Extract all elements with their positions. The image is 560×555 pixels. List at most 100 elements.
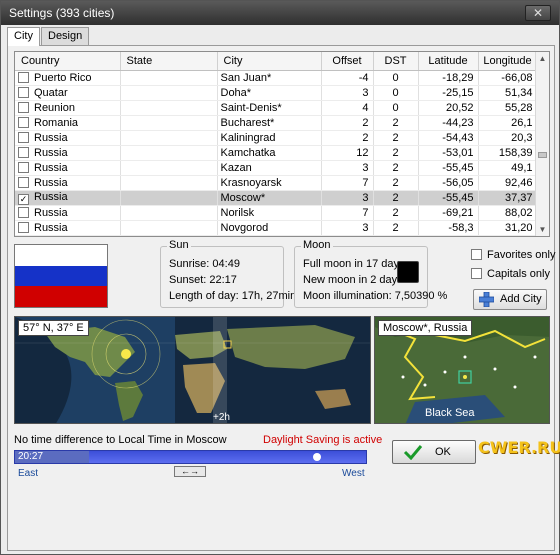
dst-cell-text: 2 — [392, 131, 399, 144]
scroll-thumb[interactable] — [538, 152, 547, 158]
table-row[interactable]: Russia Novgorod 3 2 -58,3 31,20 — [15, 220, 538, 236]
dst-cell-text: 0 — [392, 86, 399, 99]
country-cell: Romania — [15, 115, 121, 131]
capitals-only-checkbox[interactable] — [471, 268, 482, 279]
tab-city[interactable]: City — [7, 27, 40, 46]
add-city-button[interactable]: Add City — [473, 289, 547, 310]
dst-cell: 0 — [373, 85, 419, 101]
longitude-cell: 55,28 — [478, 100, 538, 116]
city-cell-text: Novgorod — [220, 221, 269, 234]
table-row[interactable]: Russia Norilsk 7 2 -69,21 88,02 — [15, 205, 538, 221]
longitude-cell: 51,34 — [478, 85, 538, 101]
favorite-checkbox[interactable] — [18, 71, 29, 83]
country-cell: Russia — [15, 205, 121, 221]
table-scrollbar[interactable]: ▲ ▼ — [535, 52, 549, 236]
favorite-checkbox[interactable] — [18, 86, 29, 98]
offset-cell-text: 4 — [362, 101, 369, 114]
city-cell-text: Norilsk — [220, 206, 255, 219]
col-header-latitude[interactable]: Latitude — [418, 52, 479, 71]
dst-cell: 0 — [373, 100, 419, 116]
local-map-city: Moscow*, Russia — [378, 320, 473, 336]
latitude-cell: -25,15 — [418, 85, 479, 101]
flag-stripe-blue — [15, 265, 107, 287]
favorite-checkbox[interactable] — [18, 131, 29, 143]
table-row[interactable]: Russia Kamchatka 12 2 -53,01 158,39 — [15, 145, 538, 161]
favorite-checkbox[interactable] — [18, 116, 29, 128]
offset-cell-text: 7 — [362, 176, 369, 189]
dst-cell-text: 2 — [392, 206, 399, 219]
state-cell — [120, 130, 218, 146]
favorites-only-option[interactable]: Favorites only — [471, 249, 555, 261]
offset-cell: 12 — [321, 145, 374, 161]
time-slider[interactable]: 20:27 — [14, 450, 367, 464]
col-header-offset[interactable]: Offset — [321, 52, 374, 71]
city-cell-text: Kazan — [220, 161, 252, 174]
table-row[interactable]: Romania Bucharest* 2 2 -44,23 26,1 — [15, 115, 538, 131]
capitals-only-option[interactable]: Capitals only — [471, 268, 550, 280]
col-header-city[interactable]: City — [217, 52, 322, 71]
dst-cell-text: 2 — [392, 116, 399, 129]
city-cell: Kazan — [217, 160, 322, 176]
longitude-cell-text: 31,20 — [504, 221, 533, 234]
latitude-cell-text: -44,23 — [442, 116, 474, 129]
latitude-cell: -53,01 — [418, 145, 479, 161]
scroll-up-icon[interactable]: ▲ — [538, 54, 547, 63]
table-row[interactable]: Russia Kazan 3 2 -55,45 49,1 — [15, 160, 538, 176]
world-map[interactable]: 57° N, 37° E +2h — [14, 316, 371, 424]
longitude-cell: 37,37 — [478, 190, 538, 206]
latitude-cell: -54,43 — [418, 130, 479, 146]
table-row[interactable]: Russia Krasnoyarsk 7 2 -56,05 92,46 — [15, 175, 538, 191]
latitude-cell-text: 20,52 — [445, 101, 474, 114]
table-row[interactable]: Reunion Saint-Denis* 4 0 20,52 55,28 — [15, 100, 538, 116]
longitude-cell: 158,39 — [478, 145, 538, 161]
table-row[interactable]: Puerto Rico San Juan* -4 0 -18,29 -66,08 — [15, 70, 538, 86]
ok-button[interactable]: OK — [392, 440, 476, 464]
favorites-only-checkbox[interactable] — [471, 249, 482, 260]
offset-cell: -4 — [321, 70, 374, 86]
dst-cell-text: 0 — [392, 71, 399, 84]
city-cell-text: Bucharest* — [220, 116, 275, 129]
favorite-checkbox[interactable]: ✓ — [18, 193, 29, 204]
city-cell: Bucharest* — [217, 115, 322, 131]
local-map[interactable]: Moscow*, Russia Black Sea — [374, 316, 550, 424]
close-button[interactable]: ✕ — [525, 5, 551, 21]
latitude-cell: -69,21 — [418, 205, 479, 221]
favorite-checkbox[interactable] — [18, 161, 29, 173]
tab-design[interactable]: Design — [41, 27, 90, 45]
favorite-checkbox[interactable] — [18, 101, 29, 113]
offset-cell: 3 — [321, 220, 374, 236]
swap-direction-button[interactable]: ←→ — [174, 466, 206, 477]
col-header-country[interactable]: Country — [15, 52, 121, 71]
sea-label: Black Sea — [425, 407, 475, 419]
favorite-checkbox[interactable] — [18, 206, 29, 218]
dst-cell: 2 — [373, 160, 419, 176]
time-slider-knob[interactable] — [313, 453, 321, 461]
table-row[interactable]: ✓ Russia Moscow* 3 2 -55,45 37,37 — [15, 190, 538, 206]
dst-cell-text: 2 — [392, 146, 399, 159]
dst-cell: 0 — [373, 70, 419, 86]
longitude-cell-text: 49,1 — [511, 161, 533, 174]
check-icon — [403, 445, 423, 460]
col-header-longitude[interactable]: Longitude — [478, 52, 538, 71]
city-cell-text: Kaliningrad — [220, 131, 276, 144]
longitude-cell-text: 92,46 — [504, 176, 533, 189]
favorite-checkbox[interactable] — [18, 221, 29, 233]
longitude-cell-text: 37,37 — [504, 191, 533, 204]
city-cell: Doha* — [217, 85, 322, 101]
scroll-down-icon[interactable]: ▼ — [538, 225, 547, 234]
new-moon-text: New moon in 2 days — [303, 274, 403, 286]
state-cell — [120, 160, 218, 176]
flag-stripe-red — [15, 286, 107, 307]
favorite-checkbox[interactable] — [18, 176, 29, 188]
table-row[interactable]: Russia Kaliningrad 2 2 -54,43 20,3 — [15, 130, 538, 146]
state-cell — [120, 85, 218, 101]
dst-cell-text: 2 — [392, 191, 399, 204]
col-header-state[interactable]: State — [120, 52, 218, 71]
col-header-dst[interactable]: DST — [373, 52, 419, 71]
add-city-label: Add City — [500, 293, 542, 305]
table-row[interactable]: Quatar Doha* 3 0 -25,15 51,34 — [15, 85, 538, 101]
sunrise-text: Sunrise: 04:49 — [169, 258, 240, 270]
title-bar: Settings (393 cities) ✕ — [1, 1, 559, 25]
latitude-cell: -18,29 — [418, 70, 479, 86]
favorite-checkbox[interactable] — [18, 146, 29, 158]
